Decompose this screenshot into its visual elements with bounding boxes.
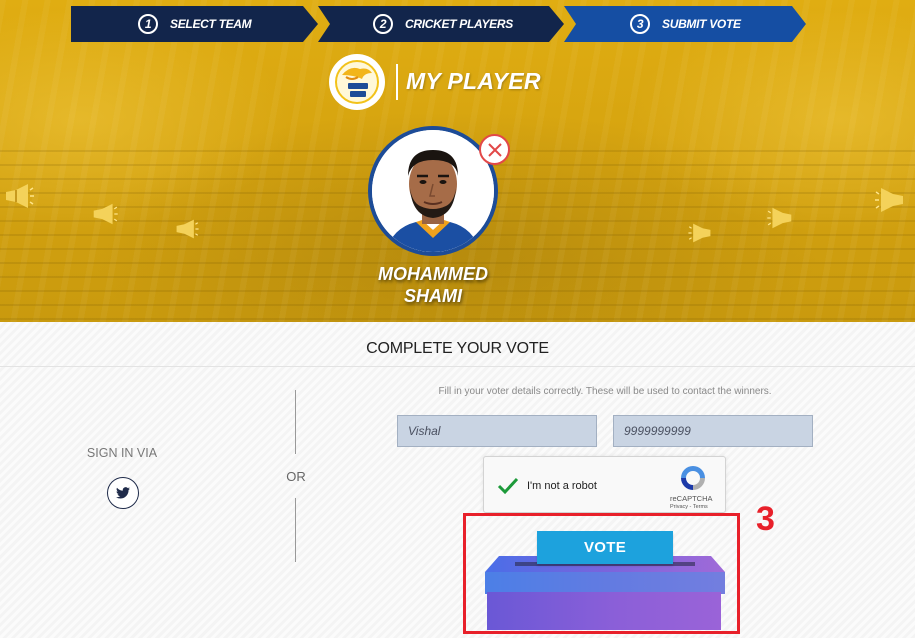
or-divider-top xyxy=(295,390,296,454)
ballot-box-body xyxy=(487,592,721,630)
player-photo xyxy=(372,130,494,252)
sign-in-label: SIGN IN VIA xyxy=(86,446,158,460)
remove-player-button[interactable] xyxy=(479,134,510,165)
megaphone-icon xyxy=(93,203,118,225)
close-icon xyxy=(487,142,502,157)
megaphone-icon xyxy=(875,188,903,212)
title-divider xyxy=(0,366,915,367)
player-last-name: SHAMI xyxy=(404,286,462,306)
or-divider-bottom xyxy=(295,498,296,562)
team-logo xyxy=(329,54,385,110)
phone-field[interactable] xyxy=(613,415,813,447)
name-field[interactable] xyxy=(397,415,597,447)
form-title: COMPLETE YOUR VOTE xyxy=(366,340,549,357)
player-first-name: MOHAMMED xyxy=(378,264,488,284)
recaptcha-logo-icon xyxy=(681,466,705,490)
or-label: OR xyxy=(286,469,306,484)
recaptcha-label: I'm not a robot xyxy=(527,480,597,492)
step-label: CRICKET PLAYERS xyxy=(405,17,513,31)
annotation-number: 3 xyxy=(756,500,775,538)
form-hint: Fill in your voter details correctly. Th… xyxy=(438,386,772,397)
twitter-icon xyxy=(116,487,130,499)
step-submit-vote[interactable]: 3 SUBMIT VOTE xyxy=(564,6,806,42)
super-kings-logo-icon xyxy=(335,60,379,104)
megaphone-icon xyxy=(767,207,792,229)
page-title: MY PLAYER xyxy=(406,68,541,94)
step-label: SELECT TEAM xyxy=(170,17,252,31)
step-label: SUBMIT VOTE xyxy=(662,17,741,31)
player-name: MOHAMMED SHAMI xyxy=(300,263,566,307)
step-select-team[interactable]: 1 SELECT TEAM xyxy=(71,6,318,42)
megaphone-icon xyxy=(176,219,199,239)
twitter-sign-in-button[interactable] xyxy=(107,477,139,509)
step-number: 1 xyxy=(138,14,158,34)
vote-form-area xyxy=(0,322,915,638)
vote-button[interactable]: VOTE xyxy=(537,531,673,564)
vote-steps: 1 SELECT TEAM 2 CRICKET PLAYERS 3 SUBMIT… xyxy=(71,6,811,42)
step-number: 2 xyxy=(373,14,393,34)
recaptcha-widget: I'm not a robot reCAPTCHA Privacy - Term… xyxy=(483,456,726,513)
megaphone-icon xyxy=(688,223,711,243)
megaphone-icon xyxy=(6,184,34,208)
step-number: 3 xyxy=(630,14,650,34)
recaptcha-links[interactable]: Privacy - Terms xyxy=(670,504,708,510)
recaptcha-brand: reCAPTCHA xyxy=(670,494,713,503)
step-cricket-players[interactable]: 2 CRICKET PLAYERS xyxy=(318,6,564,42)
header-divider xyxy=(396,64,398,100)
recaptcha-checkmark-icon[interactable] xyxy=(496,474,520,498)
